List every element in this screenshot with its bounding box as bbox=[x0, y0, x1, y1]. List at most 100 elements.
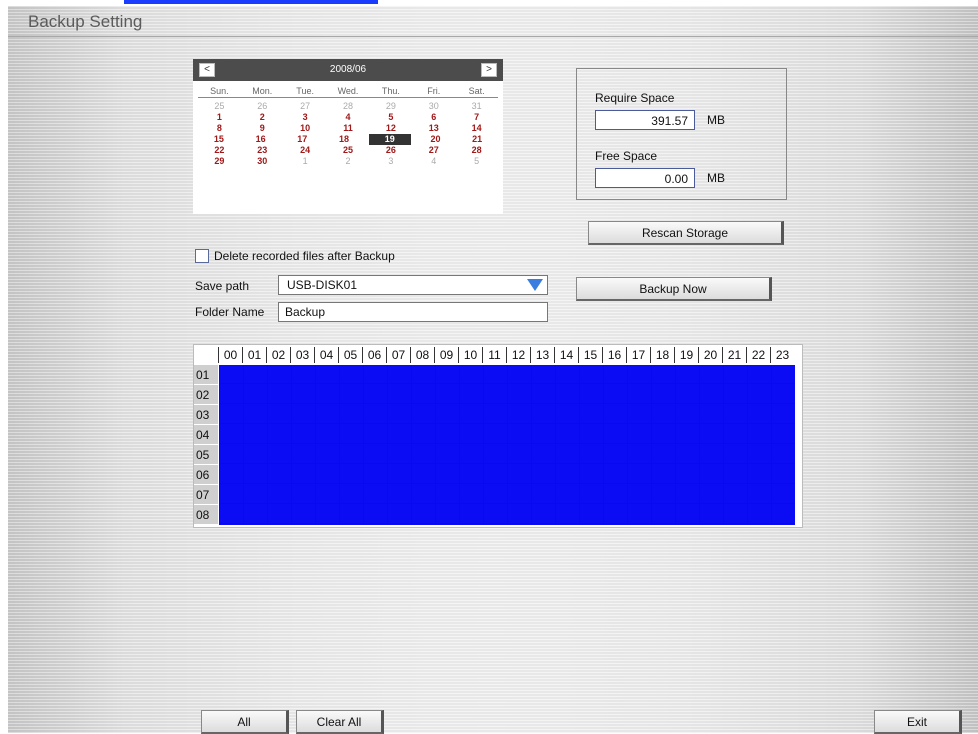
calendar-day[interactable]: 10 bbox=[284, 123, 327, 134]
select-all-button[interactable]: All bbox=[201, 710, 289, 734]
hour-label[interactable]: 01 bbox=[242, 347, 266, 363]
calendar-day[interactable]: 4 bbox=[412, 156, 455, 167]
calendar-day[interactable]: 28 bbox=[455, 145, 498, 156]
folder-name-label: Folder Name bbox=[195, 305, 265, 319]
hour-label[interactable]: 04 bbox=[314, 347, 338, 363]
calendar-day[interactable]: 23 bbox=[241, 145, 284, 156]
day-label[interactable]: 04 bbox=[194, 425, 218, 445]
delete-after-backup-option[interactable]: Delete recorded files after Backup bbox=[195, 249, 395, 263]
calendar-day[interactable]: 19 bbox=[368, 134, 411, 145]
calendar-day[interactable]: 29 bbox=[198, 156, 241, 167]
calendar-day[interactable]: 5 bbox=[369, 112, 412, 123]
free-space-unit: MB bbox=[707, 171, 725, 185]
calendar-day[interactable]: 27 bbox=[284, 101, 327, 112]
calendar-day[interactable]: 16 bbox=[240, 134, 282, 145]
hour-label[interactable]: 16 bbox=[602, 347, 626, 363]
hour-label[interactable]: 19 bbox=[674, 347, 698, 363]
schedule-blocks[interactable] bbox=[219, 365, 795, 525]
hour-label[interactable]: 00 bbox=[218, 347, 242, 363]
calendar-day[interactable]: 3 bbox=[369, 156, 412, 167]
backup-now-button[interactable]: Backup Now bbox=[576, 277, 772, 301]
hour-label[interactable]: 07 bbox=[386, 347, 410, 363]
day-labels: 01 02 03 04 05 06 07 08 bbox=[194, 365, 218, 525]
weekday-label: Sat. bbox=[468, 86, 485, 96]
hour-label[interactable]: 02 bbox=[266, 347, 290, 363]
hour-label[interactable]: 18 bbox=[650, 347, 674, 363]
calendar-header: < 2008/06 > bbox=[193, 59, 503, 81]
calendar-day[interactable]: 26 bbox=[241, 101, 284, 112]
calendar-day[interactable]: 14 bbox=[455, 123, 498, 134]
calendar-day[interactable]: 21 bbox=[456, 134, 498, 145]
folder-name-input[interactable]: Backup bbox=[278, 302, 548, 322]
day-label[interactable]: 03 bbox=[194, 405, 218, 425]
delete-after-backup-checkbox[interactable] bbox=[195, 249, 209, 263]
calendar-day[interactable]: 1 bbox=[284, 156, 327, 167]
calendar-day[interactable]: 31 bbox=[455, 101, 498, 112]
day-label[interactable]: 01 bbox=[194, 365, 218, 385]
calendar-day[interactable]: 12 bbox=[369, 123, 412, 134]
calendar-day[interactable]: 1 bbox=[198, 112, 241, 123]
calendar-day[interactable]: 30 bbox=[412, 101, 455, 112]
rescan-storage-button[interactable]: Rescan Storage bbox=[588, 221, 784, 245]
calendar-day[interactable]: 18 bbox=[323, 134, 365, 145]
calendar-day[interactable]: 4 bbox=[327, 112, 370, 123]
calendar-day[interactable]: 13 bbox=[412, 123, 455, 134]
calendar-day[interactable]: 9 bbox=[241, 123, 284, 134]
dropdown-arrow-icon[interactable] bbox=[527, 279, 543, 291]
calendar-day[interactable]: 30 bbox=[241, 156, 284, 167]
calendar-day[interactable]: 29 bbox=[369, 101, 412, 112]
hour-label[interactable]: 10 bbox=[458, 347, 482, 363]
calendar-week: 15 16 17 18 19 20 21 bbox=[198, 134, 498, 145]
hour-label[interactable]: 23 bbox=[770, 347, 794, 363]
hour-label[interactable]: 11 bbox=[482, 347, 506, 363]
calendar-day[interactable]: 6 bbox=[412, 112, 455, 123]
calendar-day[interactable]: 3 bbox=[284, 112, 327, 123]
save-path-select[interactable]: USB-DISK01 bbox=[278, 275, 548, 295]
hour-label[interactable]: 09 bbox=[434, 347, 458, 363]
exit-button[interactable]: Exit bbox=[874, 710, 962, 734]
day-label[interactable]: 02 bbox=[194, 385, 218, 405]
calendar-day[interactable]: 22 bbox=[198, 145, 241, 156]
calendar-day[interactable]: 2 bbox=[327, 156, 370, 167]
calendar-day[interactable]: 17 bbox=[281, 134, 323, 145]
weekday-label: Sun. bbox=[210, 86, 229, 96]
hour-label[interactable]: 15 bbox=[578, 347, 602, 363]
hour-label[interactable]: 20 bbox=[698, 347, 722, 363]
hour-label[interactable]: 06 bbox=[362, 347, 386, 363]
weekday-label: Wed. bbox=[337, 86, 359, 96]
hour-label[interactable]: 21 bbox=[722, 347, 746, 363]
calendar-day[interactable]: 8 bbox=[198, 123, 241, 134]
calendar-day[interactable]: 7 bbox=[455, 112, 498, 123]
calendar-day[interactable]: 24 bbox=[284, 145, 327, 156]
hour-label[interactable]: 05 bbox=[338, 347, 362, 363]
hour-label[interactable]: 14 bbox=[554, 347, 578, 363]
free-space-value: 0.00 bbox=[595, 168, 695, 188]
calendar-day[interactable]: 2 bbox=[241, 112, 284, 123]
calendar: < 2008/06 > Sun. Mon. Tue. Wed. Thu. Fri. Sat.… bbox=[193, 59, 503, 214]
day-label[interactable]: 07 bbox=[194, 485, 218, 505]
hour-label[interactable]: 17 bbox=[626, 347, 650, 363]
calendar-day[interactable]: 28 bbox=[327, 101, 370, 112]
calendar-day[interactable]: 25 bbox=[327, 145, 370, 156]
hour-label[interactable]: 08 bbox=[410, 347, 434, 363]
calendar-day[interactable]: 25 bbox=[198, 101, 241, 112]
hour-label[interactable]: 22 bbox=[746, 347, 770, 363]
calendar-day[interactable]: 11 bbox=[327, 123, 370, 134]
calendar-day[interactable]: 20 bbox=[415, 134, 457, 145]
clear-all-button[interactable]: Clear All bbox=[296, 710, 384, 734]
calendar-day[interactable]: 26 bbox=[369, 145, 412, 156]
weekday-label: Fri. bbox=[427, 86, 441, 96]
calendar-day[interactable]: 27 bbox=[412, 145, 455, 156]
calendar-day[interactable]: 5 bbox=[455, 156, 498, 167]
schedule-grid: 00 01 02 03 04 05 06 07 08 09 10 11 12 13 14 15 16 17 18 19… bbox=[193, 344, 803, 528]
title-bar: Backup Setting bbox=[8, 6, 978, 37]
hour-label[interactable]: 12 bbox=[506, 347, 530, 363]
hour-label[interactable]: 13 bbox=[530, 347, 554, 363]
hour-label[interactable]: 03 bbox=[290, 347, 314, 363]
calendar-day[interactable]: 15 bbox=[198, 134, 240, 145]
day-label[interactable]: 08 bbox=[194, 505, 218, 525]
day-label[interactable]: 06 bbox=[194, 465, 218, 485]
next-month-button[interactable]: > bbox=[481, 63, 497, 77]
day-label[interactable]: 05 bbox=[194, 445, 218, 465]
calendar-grid: Sun. Mon. Tue. Wed. Thu. Fri. Sat. 25 26 27 28 29 30… bbox=[198, 85, 498, 167]
